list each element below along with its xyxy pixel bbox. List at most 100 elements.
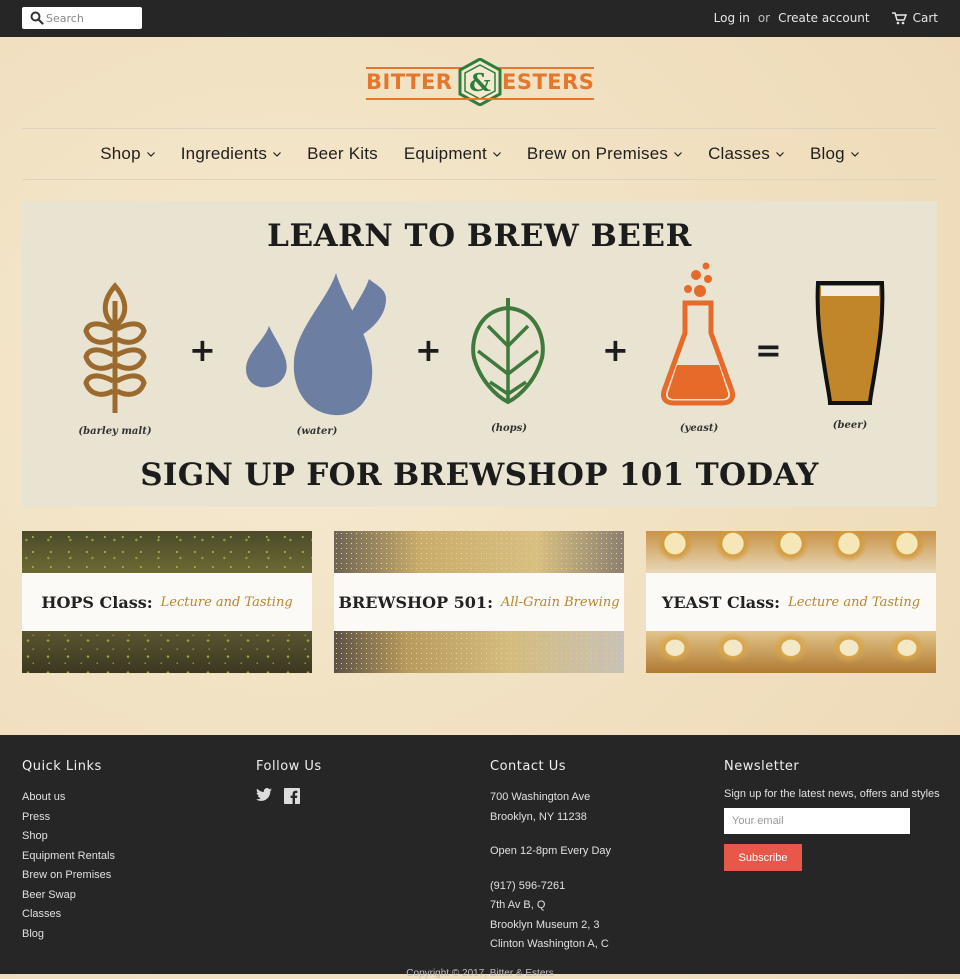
login-link[interactable]: Log in — [714, 11, 750, 25]
address-line: Brooklyn, NY 11238 — [490, 810, 587, 823]
site-footer: Quick Links About us Press Shop Equipmen… — [0, 735, 960, 979]
beer-glass-icon — [815, 281, 885, 405]
footer-link-beer-swap[interactable]: Beer Swap — [22, 886, 115, 906]
nav-label: Blog — [809, 144, 845, 163]
nav-label: Equipment — [403, 144, 487, 163]
ingredient-label: (hops) — [490, 423, 528, 434]
plus-operator: + — [602, 331, 629, 369]
ingredient-label: (beer) — [832, 420, 868, 431]
footer-link-brew-on-premises[interactable]: Brew on Premises — [22, 866, 115, 886]
facebook-icon[interactable] — [284, 788, 300, 804]
footer-link-blog[interactable]: Blog — [22, 925, 115, 945]
logo-word-right: ESTERS — [502, 70, 595, 94]
transit-line: 7th Av B, Q — [490, 899, 546, 911]
contact-column: Contact Us 700 Washington Ave Brooklyn, … — [490, 759, 611, 955]
search-icon — [30, 11, 44, 25]
nav-item-brew-on-premises[interactable]: Brew on Premises — [514, 144, 695, 164]
nav-item-classes[interactable]: Classes — [695, 144, 797, 164]
footer-link-equipment-rentals[interactable]: Equipment Rentals — [22, 847, 115, 867]
footer-link-classes[interactable]: Classes — [22, 905, 115, 925]
contact-heading: Contact Us — [490, 759, 566, 774]
subscribe-button[interactable]: Subscribe — [724, 844, 802, 871]
water-drops-icon — [246, 273, 386, 416]
chevron-down-icon — [492, 151, 501, 157]
class-subtitle: Lecture and Tasting — [788, 594, 921, 610]
newsletter-heading: Newsletter — [724, 759, 800, 774]
hops-cone-icon — [471, 298, 545, 404]
chevron-down-icon — [850, 151, 859, 157]
cart-icon — [891, 11, 907, 24]
phone-line: (917) 596-7261 — [490, 879, 566, 892]
twitter-icon[interactable] — [256, 788, 272, 802]
grain-photo — [334, 531, 624, 573]
class-subtitle: Lecture and Tasting — [160, 594, 293, 610]
nav-label: Beer Kits — [307, 144, 378, 163]
hero-banner[interactable]: LEARN TO BREW BEER (barley malt) + (wate… — [22, 201, 937, 507]
cart-link[interactable]: Cart — [891, 11, 938, 25]
class-caption: YEAST Class: Lecture and Tasting — [646, 573, 936, 631]
hops-photo — [22, 631, 312, 673]
nav-item-blog[interactable]: Blog — [797, 144, 872, 164]
chevron-down-icon — [674, 151, 682, 157]
equals-operator: = — [755, 331, 782, 369]
plus-operator: + — [415, 331, 442, 369]
hours-line: Open 12-8pm Every Day — [490, 845, 612, 857]
class-title: BREWSHOP 501: — [338, 592, 493, 612]
address-line: 700 Washington Ave — [490, 791, 591, 803]
class-subtitle: All-Grain Brewing — [500, 594, 620, 610]
class-tile-brewshop-501[interactable]: BREWSHOP 501: All-Grain Brewing — [334, 531, 624, 673]
class-tile-hops[interactable]: HOPS Class: Lecture and Tasting — [22, 531, 312, 673]
grain-photo — [334, 631, 624, 673]
logo-word-left: BITTER — [366, 70, 453, 94]
quick-links-heading: Quick Links — [22, 759, 102, 774]
yeast-flask-icon — [661, 262, 735, 406]
logo-rule-bottom — [366, 98, 594, 100]
class-title: HOPS Class: — [41, 592, 153, 612]
transit-line: Brooklyn Museum 2, 3 — [490, 918, 600, 931]
quick-links-column: Quick Links About us Press Shop Equipmen… — [22, 759, 115, 944]
ingredient-label: (yeast) — [679, 423, 719, 434]
class-tile-yeast[interactable]: YEAST Class: Lecture and Tasting — [646, 531, 936, 673]
top-bar: Log in or Create account Cart — [0, 0, 960, 37]
newsletter-text: Sign up for the latest news, offers and … — [724, 788, 940, 800]
chevron-down-icon — [146, 151, 155, 157]
nav-label: Shop — [100, 144, 141, 163]
site-logo[interactable]: BITTER & ESTERS — [366, 58, 594, 108]
tasting-glasses-photo — [646, 531, 936, 573]
ingredient-label: (barley malt) — [78, 426, 152, 437]
footer-link-about-us[interactable]: About us — [22, 788, 115, 808]
search-input[interactable] — [46, 9, 138, 27]
newsletter-column: Newsletter Sign up for the latest news, … — [724, 759, 940, 871]
newsletter-email-input[interactable] — [724, 808, 910, 834]
cart-label: Cart — [912, 11, 938, 25]
transit-line: Clinton Washington A, C — [490, 938, 609, 950]
hops-photo — [22, 531, 312, 573]
main-nav: Shop Ingredients Beer Kits Equipment Bre… — [22, 128, 937, 180]
footer-link-shop[interactable]: Shop — [22, 827, 115, 847]
account-links: Log in or Create account Cart — [714, 11, 938, 25]
chevron-down-icon — [273, 151, 281, 157]
nav-label: Ingredients — [180, 144, 268, 163]
nav-item-ingredients[interactable]: Ingredients — [168, 144, 294, 164]
ingredient-label: (water) — [296, 426, 338, 437]
hero-subtitle: SIGN UP FOR BREWSHOP 101 TODAY — [140, 457, 819, 493]
social-links — [256, 788, 322, 804]
search-box[interactable] — [22, 7, 142, 29]
plus-operator: + — [189, 331, 216, 369]
nav-item-equipment[interactable]: Equipment — [391, 144, 514, 164]
nav-label: Brew on Premises — [526, 144, 669, 163]
svg-text:&: & — [469, 68, 491, 97]
chevron-down-icon — [776, 151, 784, 157]
nav-item-shop[interactable]: Shop — [87, 144, 168, 164]
nav-item-beer-kits[interactable]: Beer Kits — [294, 144, 391, 164]
class-caption: HOPS Class: Lecture and Tasting — [22, 573, 312, 631]
footer-link-press[interactable]: Press — [22, 808, 115, 828]
class-caption: BREWSHOP 501: All-Grain Brewing — [334, 573, 624, 631]
create-account-link[interactable]: Create account — [778, 11, 870, 25]
tasting-glasses-photo — [646, 631, 936, 673]
class-title: YEAST Class: — [661, 592, 781, 612]
hero-title: LEARN TO BREW BEER — [267, 218, 692, 254]
or-text: or — [757, 11, 771, 25]
